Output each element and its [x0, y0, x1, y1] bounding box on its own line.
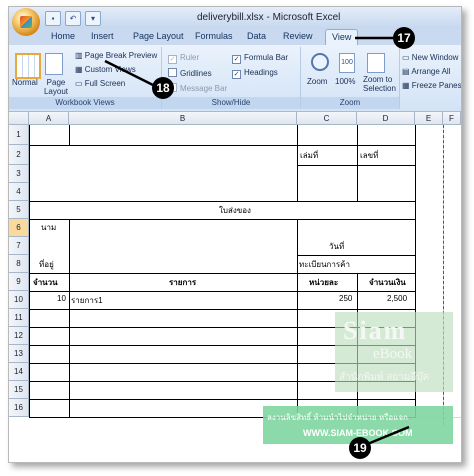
- callout-19: 19: [349, 437, 371, 459]
- excel-window: ▪ ↶ ▾ deliverybill.xlsx - Microsoft Exce…: [8, 6, 462, 463]
- arrow-19-line: [364, 425, 410, 447]
- callout-17: 17: [393, 27, 415, 49]
- callout-18: 18: [152, 77, 174, 99]
- arrow-18-line: [104, 59, 154, 87]
- callout-arrows: [104, 36, 410, 447]
